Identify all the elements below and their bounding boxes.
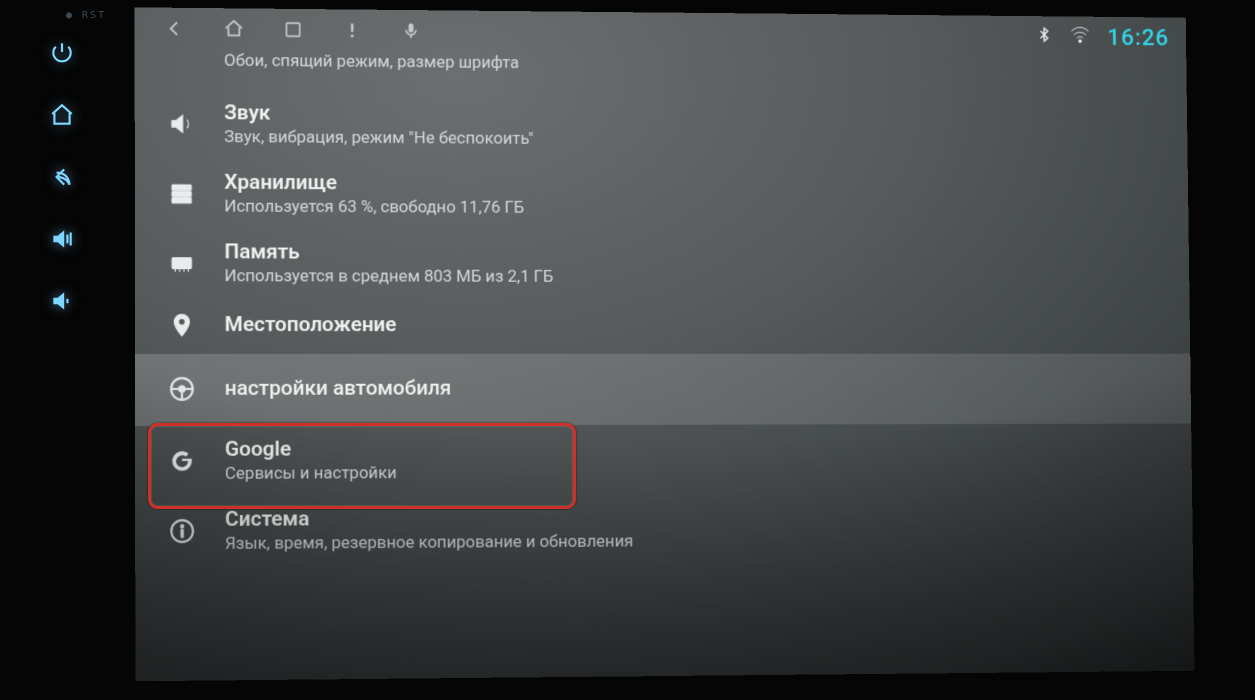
volume-up-button[interactable]: [49, 226, 75, 252]
settings-item-subtitle: Звук, вибрация, режим "Не беспокоить": [224, 127, 533, 149]
settings-item-title: Система: [225, 506, 633, 532]
volume-down-button[interactable]: [49, 288, 75, 314]
settings-item-location[interactable]: Местоположение: [135, 298, 1190, 354]
hardware-button-strip: [38, 40, 86, 470]
google-icon: [165, 444, 199, 478]
settings-item-display[interactable]: Обои, спящий режим, размер шрифта: [135, 43, 1187, 96]
clock: 16:26: [1107, 24, 1169, 52]
storage-icon: [165, 177, 199, 211]
settings-item-subtitle: Обои, спящий режим, размер шрифта: [224, 51, 519, 73]
display-icon: [165, 43, 199, 77]
location-icon: [165, 308, 199, 342]
settings-item-title: Хранилище: [224, 171, 524, 196]
power-button[interactable]: [49, 40, 75, 66]
memory-icon: [165, 246, 199, 280]
settings-item-car[interactable]: настройки автомобиля: [135, 354, 1191, 426]
steering-icon: [165, 372, 199, 406]
status-tray: 16:26: [1036, 23, 1170, 51]
settings-item-title: Звук: [224, 101, 533, 127]
settings-item-system[interactable]: Система Язык, время, резервное копирован…: [135, 492, 1193, 567]
back-button-hw[interactable]: [49, 164, 75, 190]
sound-icon: [165, 107, 199, 141]
device-bezel: ● RST: [0, 0, 1255, 700]
settings-item-title: Память: [224, 240, 553, 265]
settings-item-title: настройки автомобиля: [225, 377, 452, 401]
home-button[interactable]: [49, 102, 75, 128]
settings-item-memory[interactable]: Память Используется в среднем 803 МБ из …: [135, 228, 1190, 299]
bluetooth-icon: [1036, 26, 1053, 47]
settings-item-sound[interactable]: Звук Звук, вибрация, режим "Не беспокоит…: [135, 89, 1188, 164]
settings-item-subtitle: Используется 63 %, свободно 11,76 ГБ: [224, 197, 524, 218]
settings-item-google[interactable]: Google Сервисы и настройки: [135, 424, 1192, 497]
rst-marking: ● RST: [66, 10, 106, 21]
settings-list[interactable]: Обои, спящий режим, размер шрифта Звук З…: [135, 43, 1195, 681]
settings-item-title: Google: [225, 437, 397, 461]
info-icon: [165, 514, 199, 548]
screen: 16:26 Обои, спящий режим, размер шрифта …: [135, 7, 1195, 681]
settings-item-subtitle: Используется в среднем 803 МБ из 2,1 ГБ: [224, 266, 553, 286]
settings-item-subtitle: Язык, время, резервное копирование и обн…: [225, 532, 633, 554]
wifi-icon: [1070, 24, 1091, 49]
settings-item-storage[interactable]: Хранилище Используется 63 %, свободно 11…: [135, 158, 1189, 231]
settings-item-subtitle: Сервисы и настройки: [225, 463, 397, 484]
settings-item-title: Местоположение: [225, 313, 397, 337]
